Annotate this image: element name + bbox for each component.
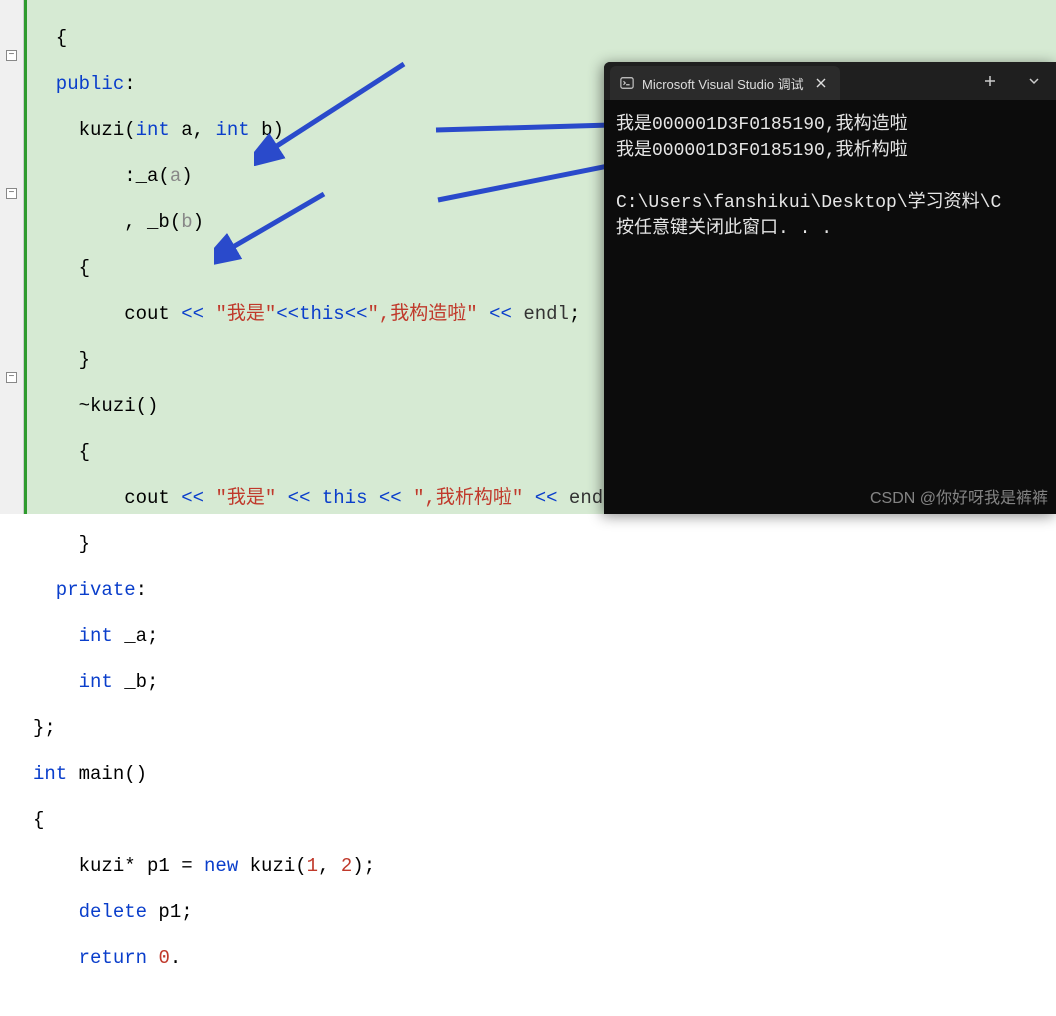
new-tab-button[interactable] (968, 62, 1012, 100)
terminal-tab[interactable]: Microsoft Visual Studio 调试控 (610, 66, 840, 100)
fold-toggle[interactable]: − (6, 188, 17, 199)
fold-toggle[interactable]: − (6, 50, 17, 61)
close-tab-button[interactable] (812, 74, 830, 92)
code-line: int _a; (33, 625, 1056, 648)
code-line: { (33, 27, 1056, 50)
terminal-output[interactable]: 我是000001D3F0185190,我构造啦 我是000001D3F01851… (604, 100, 1056, 254)
close-icon (816, 78, 826, 88)
plus-icon (984, 75, 996, 87)
code-line: delete p1; (33, 901, 1056, 924)
fold-toggle[interactable]: − (6, 372, 17, 383)
code-line: private: (33, 579, 1056, 602)
tab-title: Microsoft Visual Studio 调试控 (642, 74, 804, 93)
dropdown-button[interactable] (1012, 62, 1056, 100)
terminal-window[interactable]: Microsoft Visual Studio 调试控 我是000001D3F0… (604, 62, 1056, 514)
terminal-icon (620, 76, 634, 90)
code-line: }; (33, 717, 1056, 740)
code-line: int _b; (33, 671, 1056, 694)
chevron-down-icon (1028, 75, 1040, 87)
code-line: { (33, 809, 1056, 832)
code-line: } (33, 533, 1056, 556)
fold-gutter: − − − (0, 0, 24, 514)
code-line: int main() (33, 763, 1056, 786)
code-line: kuzi* p1 = new kuzi(1, 2); (33, 855, 1056, 878)
terminal-titlebar: Microsoft Visual Studio 调试控 (604, 62, 1056, 100)
code-line: return 0. (33, 947, 1056, 970)
